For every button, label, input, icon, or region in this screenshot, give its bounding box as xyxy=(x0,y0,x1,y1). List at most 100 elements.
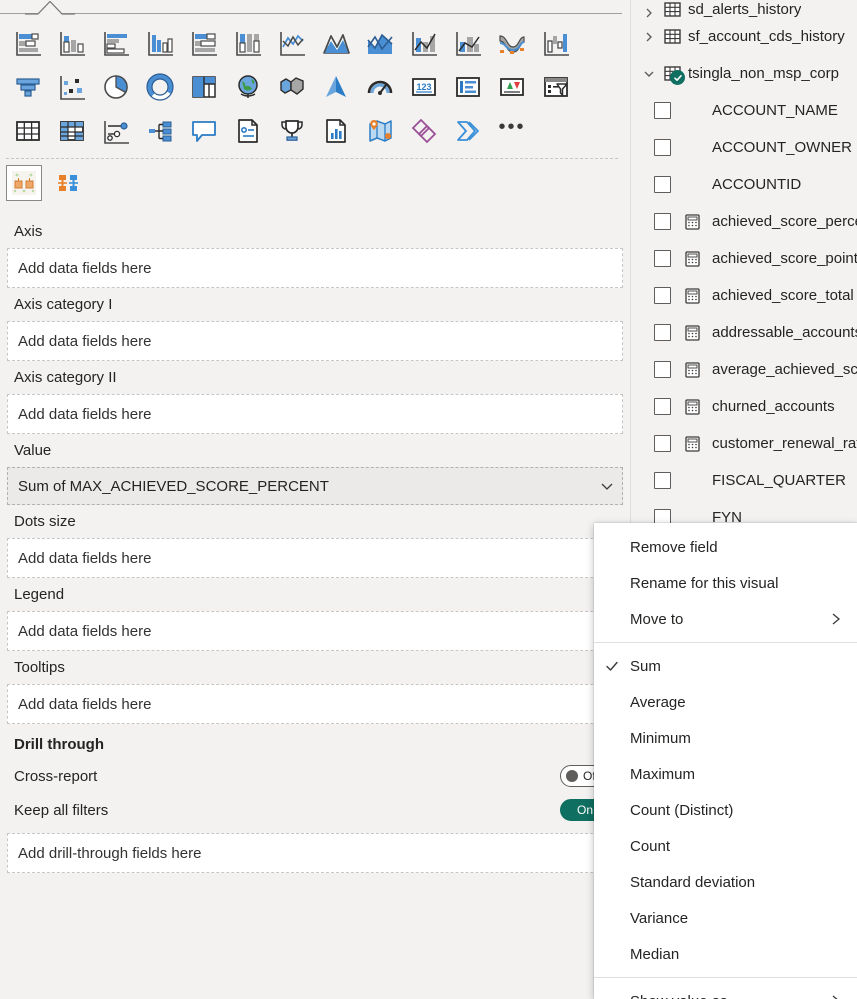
visual-type-metrics[interactable] xyxy=(270,109,314,153)
visual-type-card-number[interactable]: 123 xyxy=(402,65,446,109)
visual-type-line-stacked-column-chart[interactable] xyxy=(402,21,446,65)
field-checkbox[interactable] xyxy=(654,435,671,452)
visual-type-ribbon-chart[interactable] xyxy=(490,21,534,65)
visual-type-waterfall-chart[interactable] xyxy=(534,21,578,65)
visual-type-pie-chart[interactable] xyxy=(94,65,138,109)
visual-type-stacked-column-chart[interactable] xyxy=(50,21,94,65)
ctx-item-standard-deviation[interactable]: Standard deviation xyxy=(594,864,857,900)
visual-type-paginated-report[interactable] xyxy=(314,109,358,153)
visual-type-clustered-column-chart[interactable] xyxy=(138,21,182,65)
chevron-down-icon[interactable] xyxy=(600,479,614,493)
visual-type-filled-map[interactable] xyxy=(270,65,314,109)
ctx-item-minimum[interactable]: Minimum xyxy=(594,720,857,756)
ctx-item-sum[interactable]: Sum xyxy=(594,648,857,684)
ctx-item-maximum[interactable]: Maximum xyxy=(594,756,857,792)
dropzone-axis-category-1[interactable]: Add data fields here xyxy=(7,321,623,361)
ctx-item-count[interactable]: Count xyxy=(594,828,857,864)
ctx-item-count-distinct[interactable]: Count (Distinct) xyxy=(594,792,857,828)
ctx-item-show-value-as[interactable]: Show value as xyxy=(594,983,857,999)
field-label: churned_accounts xyxy=(712,398,835,415)
field-row-average-achieved-score[interactable]: average_achieved_score xyxy=(631,351,857,388)
dropzone-dots-size[interactable]: Add data fields here xyxy=(7,538,623,578)
dropzone-legend[interactable]: Add data fields here xyxy=(7,611,623,651)
custom-visual-org[interactable] xyxy=(50,165,86,201)
visual-type-line-clustered-column-chart[interactable] xyxy=(446,21,490,65)
more-visuals-ellipsis[interactable]: ••• xyxy=(490,109,534,153)
chevron-right-icon[interactable] xyxy=(639,8,659,18)
table-icon xyxy=(659,28,685,45)
visual-type-power-automate[interactable] xyxy=(446,109,490,153)
field-row-account-owner[interactable]: ACCOUNT_OWNER xyxy=(631,129,857,166)
field-checkbox[interactable] xyxy=(654,176,671,193)
field-checkbox[interactable] xyxy=(654,250,671,267)
visualizations-pane: 123 ••• Axis Add data fields here Axis c… xyxy=(0,0,630,999)
field-row-addressable-accounts[interactable]: addressable_accounts xyxy=(631,314,857,351)
ctx-item-variance[interactable]: Variance xyxy=(594,900,857,936)
visual-type-funnel-chart[interactable] xyxy=(6,65,50,109)
field-row-achieved-score-total[interactable]: achieved_score_total xyxy=(631,277,857,314)
ctx-item-remove-field[interactable]: Remove field xyxy=(594,529,857,565)
visual-type-qna[interactable] xyxy=(182,109,226,153)
visual-type-line-chart[interactable] xyxy=(270,21,314,65)
field-checkbox[interactable] xyxy=(654,324,671,341)
chevron-down-icon[interactable] xyxy=(639,68,659,80)
field-row-customer-renewal-rate[interactable]: customer_renewal_rate xyxy=(631,425,857,462)
custom-visual-selected[interactable] xyxy=(6,165,42,201)
drill-through-title: Drill through xyxy=(14,736,104,753)
visual-type-clustered-bar-chart[interactable] xyxy=(94,21,138,65)
ctx-label: Standard deviation xyxy=(630,873,756,891)
tree-row-tsingla-non-msp-corp[interactable]: tsingla_non_msp_corp xyxy=(631,55,857,92)
visual-type-table[interactable] xyxy=(6,109,50,153)
field-checkbox[interactable] xyxy=(654,102,671,119)
dropzone-tooltips[interactable]: Add data fields here xyxy=(7,684,623,724)
visual-type-treemap[interactable] xyxy=(182,65,226,109)
field-row-churned-accounts[interactable]: churned_accounts xyxy=(631,388,857,425)
visual-type-key-influencers[interactable] xyxy=(94,109,138,153)
ctx-item-rename-for-this-visual[interactable]: Rename for this visual xyxy=(594,565,857,601)
keep-all-filters-label: Keep all filters xyxy=(14,801,109,819)
visual-type-smart-narrative[interactable] xyxy=(226,109,270,153)
visual-type-donut-chart[interactable] xyxy=(138,65,182,109)
visual-type-matrix[interactable] xyxy=(50,109,94,153)
visual-type-100-stacked-column-chart[interactable] xyxy=(226,21,270,65)
visual-type-100-stacked-bar-chart[interactable] xyxy=(182,21,226,65)
field-checkbox[interactable] xyxy=(654,139,671,156)
visual-type-slicer[interactable] xyxy=(534,65,578,109)
visual-type-multi-row-card[interactable] xyxy=(446,65,490,109)
field-checkbox[interactable] xyxy=(654,213,671,230)
ctx-item-move-to[interactable]: Move to xyxy=(594,601,857,637)
tree-row-sf-account-cds-history[interactable]: sf_account_cds_history xyxy=(631,18,857,55)
visual-type-gauge-chart[interactable] xyxy=(358,65,402,109)
field-row-account-name[interactable]: ACCOUNT_NAME xyxy=(631,92,857,129)
field-row-achieved-score-points[interactable]: achieved_score_points xyxy=(631,240,857,277)
visual-type-area-chart[interactable] xyxy=(314,21,358,65)
chevron-right-icon[interactable] xyxy=(639,32,659,42)
visual-type-power-apps[interactable] xyxy=(402,109,446,153)
dropzone-axis-category-2[interactable]: Add data fields here xyxy=(7,394,623,434)
field-checkbox[interactable] xyxy=(654,398,671,415)
visual-type-stacked-area-chart[interactable] xyxy=(358,21,402,65)
field-row-accountid[interactable]: ACCOUNTID xyxy=(631,166,857,203)
visual-type-arcgis-map[interactable] xyxy=(358,109,402,153)
dropzone-drill-through[interactable]: Add drill-through fields here xyxy=(7,833,623,873)
field-pill-value[interactable]: Sum of MAX_ACHIEVED_SCORE_PERCENT xyxy=(7,467,623,505)
visual-type-azure-map[interactable] xyxy=(314,65,358,109)
visual-type-kpi[interactable] xyxy=(490,65,534,109)
field-row-fiscal-quarter[interactable]: FISCAL_QUARTER xyxy=(631,462,857,499)
visual-type-decomposition-tree[interactable] xyxy=(138,109,182,153)
field-checkbox[interactable] xyxy=(654,361,671,378)
tree-row-sd-alerts-history[interactable]: sd_alerts_history xyxy=(631,0,857,18)
dropzone-axis[interactable]: Add data fields here xyxy=(7,248,623,288)
ctx-item-median[interactable]: Median xyxy=(594,936,857,972)
ctx-item-average[interactable]: Average xyxy=(594,684,857,720)
field-checkbox[interactable] xyxy=(654,472,671,489)
well-label-value: Value xyxy=(14,442,52,459)
visual-type-map[interactable] xyxy=(226,65,270,109)
field-row-achieved-score-percent[interactable]: achieved_score_percent xyxy=(631,203,857,240)
caret-up-icon[interactable] xyxy=(24,0,76,15)
field-checkbox[interactable] xyxy=(654,287,671,304)
ctx-label: Variance xyxy=(630,909,689,927)
measure-calculator-icon xyxy=(680,287,704,304)
visual-type-stacked-bar-chart[interactable] xyxy=(6,21,50,65)
visual-type-scatter-chart[interactable] xyxy=(50,65,94,109)
